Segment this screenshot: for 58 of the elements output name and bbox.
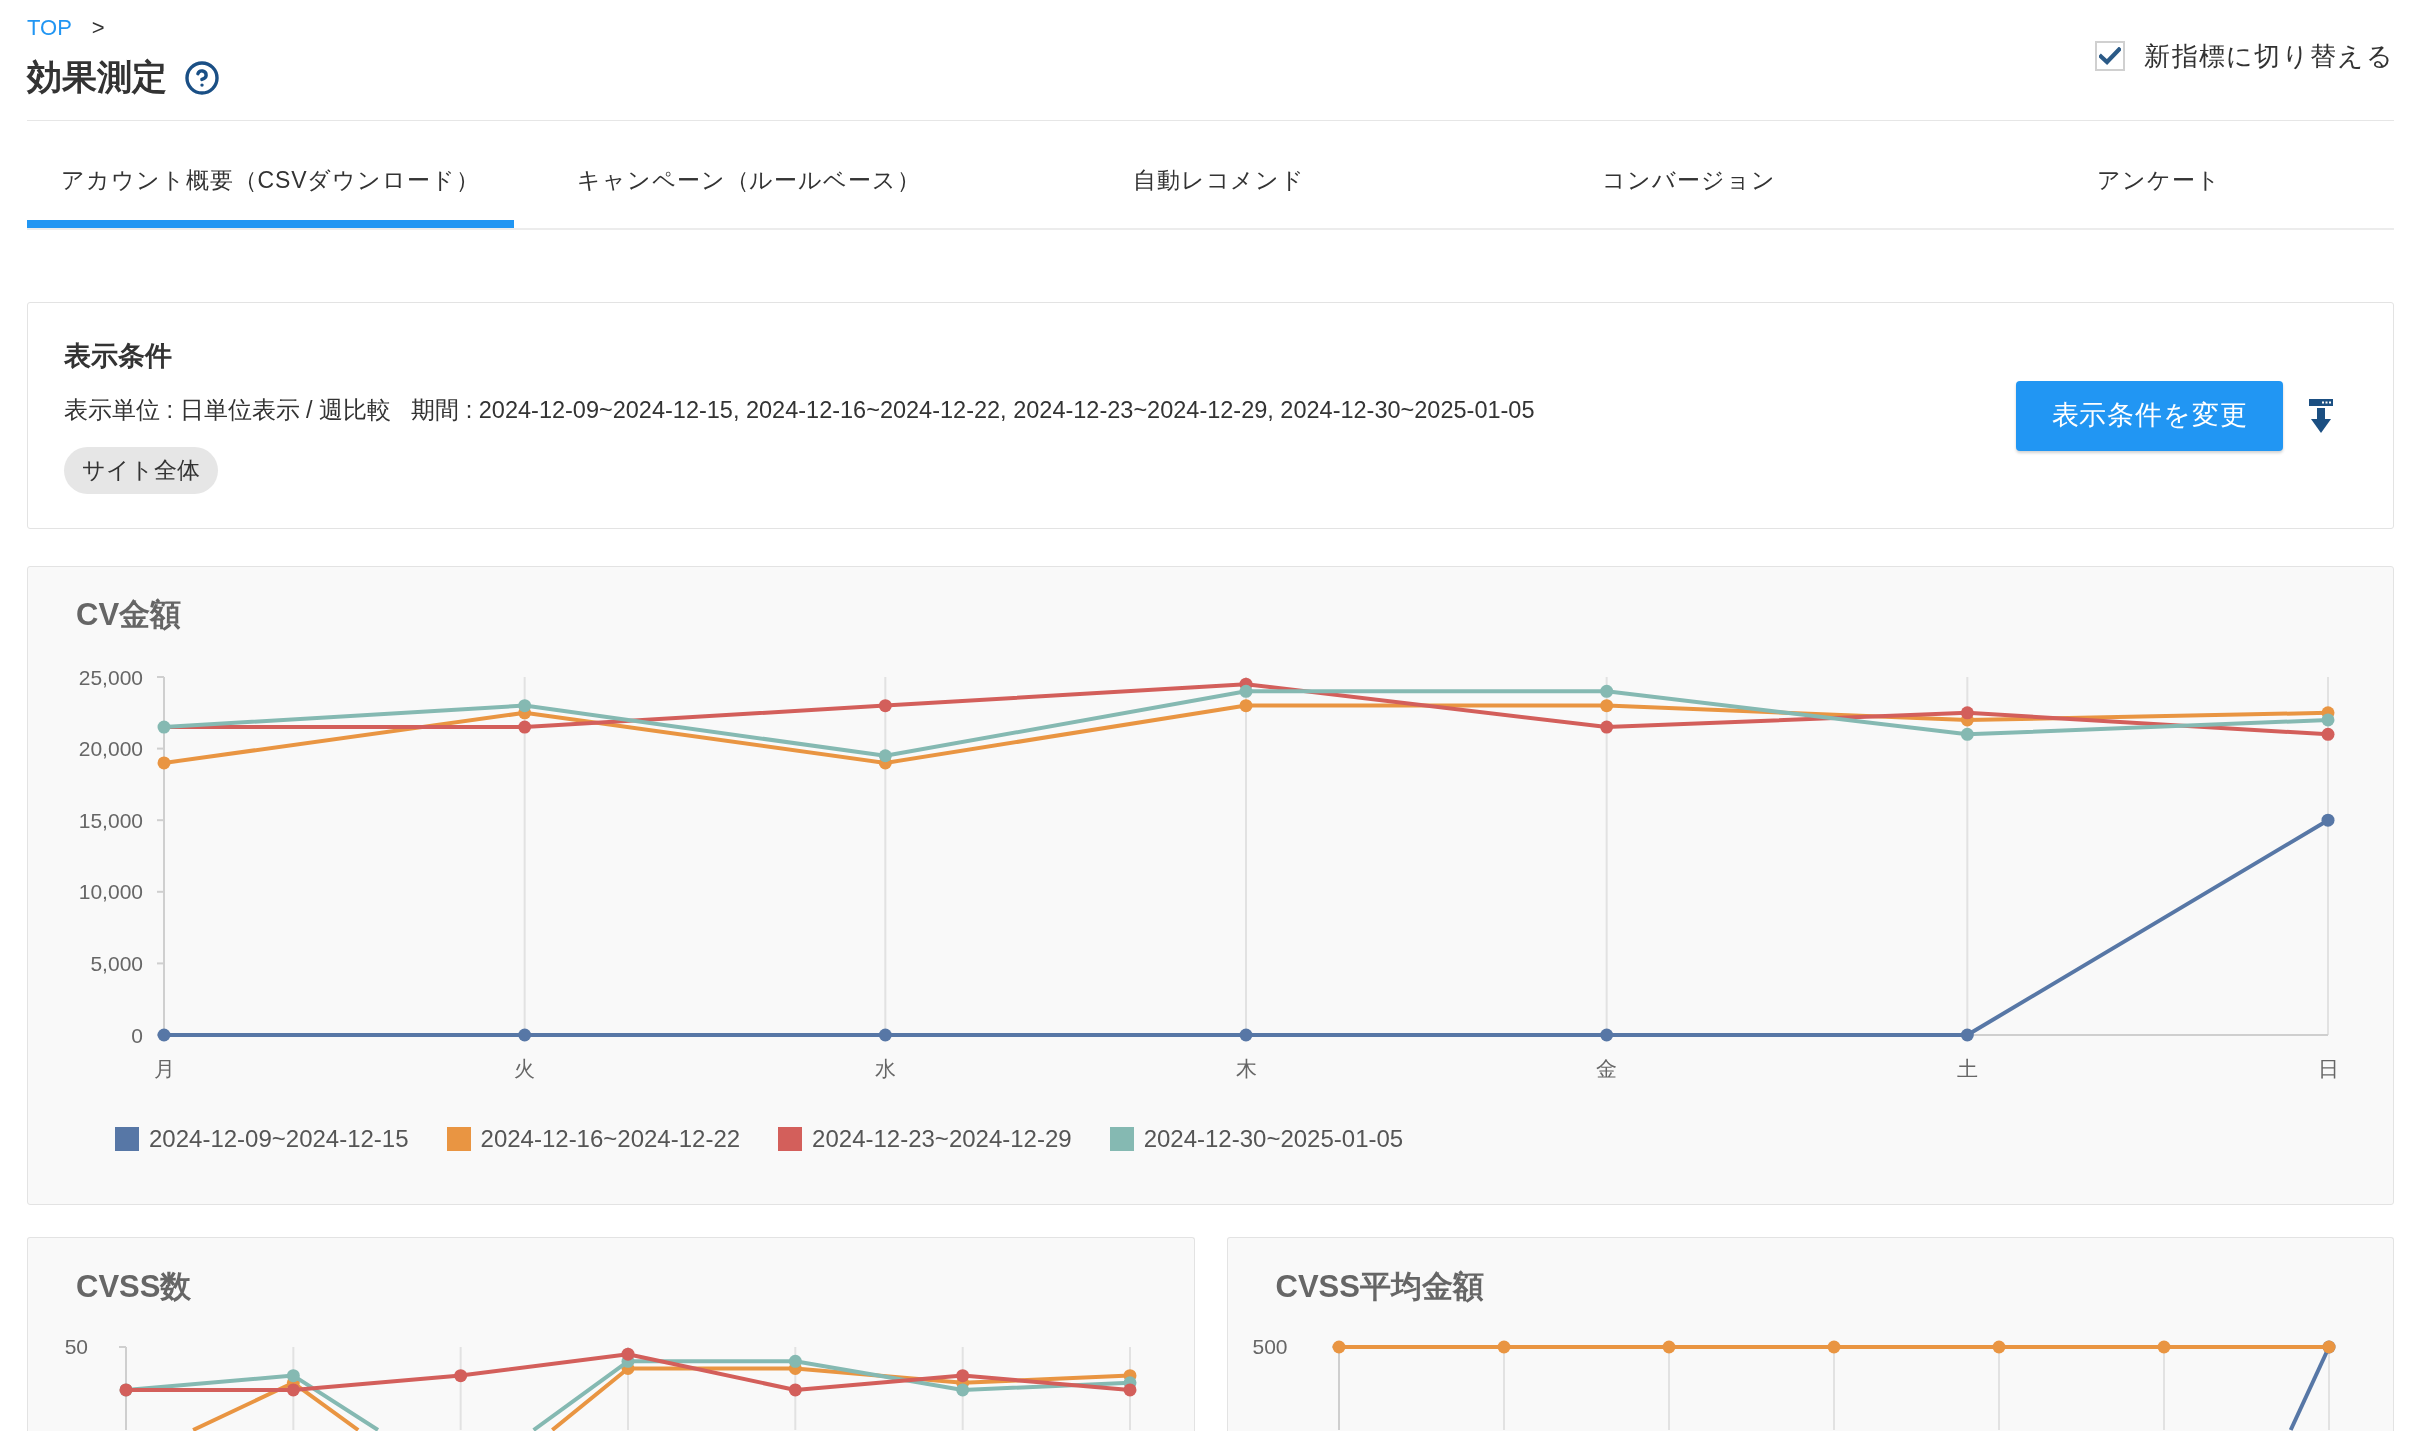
data-point xyxy=(1600,720,1614,734)
checkbox[interactable] xyxy=(2095,41,2126,71)
data-point xyxy=(1960,1028,1974,1042)
display-unit-text: 表示単位 : 日単位表示 / 週比較 xyxy=(64,395,392,425)
y-axis-label: 10,000 xyxy=(78,880,143,904)
x-axis-label: 水 xyxy=(874,1056,896,1080)
data-point xyxy=(878,699,892,713)
x-axis-label: 木 xyxy=(1235,1056,1257,1080)
data-point xyxy=(2321,727,2335,741)
data-point xyxy=(1239,684,1253,698)
x-axis-label: 金 xyxy=(1596,1056,1618,1080)
legend-label: 2024-12-30~2025-01-05 xyxy=(1143,1124,1404,1154)
x-axis-label: 火 xyxy=(514,1056,536,1080)
data-point xyxy=(157,1028,171,1042)
data-point xyxy=(878,749,892,763)
help-icon[interactable] xyxy=(185,61,219,95)
breadcrumb-separator: > xyxy=(91,14,105,42)
section-title: 表示条件 xyxy=(64,339,172,373)
chart-title: CVSS数 xyxy=(76,1268,192,1306)
y-axis-label: 15,000 xyxy=(78,808,143,832)
data-point xyxy=(157,720,171,734)
data-point xyxy=(2321,713,2335,727)
tab[interactable]: アカウント概要（CSVダウンロード） xyxy=(27,121,514,228)
tab[interactable]: コンバージョン xyxy=(1454,121,1924,228)
data-point xyxy=(518,699,532,713)
data-point xyxy=(1600,1028,1614,1042)
legend-label: 2024-12-16~2024-12-22 xyxy=(480,1124,741,1154)
data-point xyxy=(518,720,532,734)
data-point xyxy=(1239,1028,1253,1042)
tab[interactable]: アンケート xyxy=(1924,121,2394,228)
y-axis-label: 5,000 xyxy=(90,951,143,975)
legend-label: 2024-12-09~2024-12-15 xyxy=(149,1124,409,1154)
tab[interactable]: 自動レコメンド xyxy=(984,121,1454,228)
page-title: 効果測定 xyxy=(27,56,167,98)
data-point xyxy=(1600,699,1614,713)
data-point xyxy=(518,1028,532,1042)
data-point xyxy=(1960,727,1974,741)
chart-title: CV金額 xyxy=(76,596,182,634)
tab[interactable]: キャンペーン（ルールベース） xyxy=(514,121,984,228)
x-axis-label: 土 xyxy=(1956,1056,1978,1080)
y-axis-label: 0 xyxy=(131,1023,143,1047)
y-axis-label: 20,000 xyxy=(78,737,143,761)
data-point xyxy=(2321,813,2335,827)
legend-label: 2024-12-23~2024-12-29 xyxy=(812,1124,1072,1154)
checkbox-label: 新指標に切り替える xyxy=(2144,40,2394,73)
scope-tag: サイト全体 xyxy=(64,446,218,494)
check-icon xyxy=(2099,47,2122,65)
data-point xyxy=(1600,684,1614,698)
chart-title: CVSS平均金額 xyxy=(1275,1268,1484,1306)
x-axis-label: 月 xyxy=(153,1056,175,1080)
x-axis-label: 日 xyxy=(2317,1056,2339,1080)
data-point xyxy=(1960,706,1974,720)
download-icon[interactable] xyxy=(2309,398,2333,433)
y-axis-label: 25,000 xyxy=(78,665,143,689)
data-point xyxy=(157,756,171,770)
data-point xyxy=(1239,699,1253,713)
period-text: 期間 : 2024-12-09~2024-12-15, 2024-12-16~2024-12-22, 2024-12-23~2024-12-29, 2024-12-30~2025-01-05 xyxy=(411,395,1535,425)
data-point xyxy=(878,1028,892,1042)
